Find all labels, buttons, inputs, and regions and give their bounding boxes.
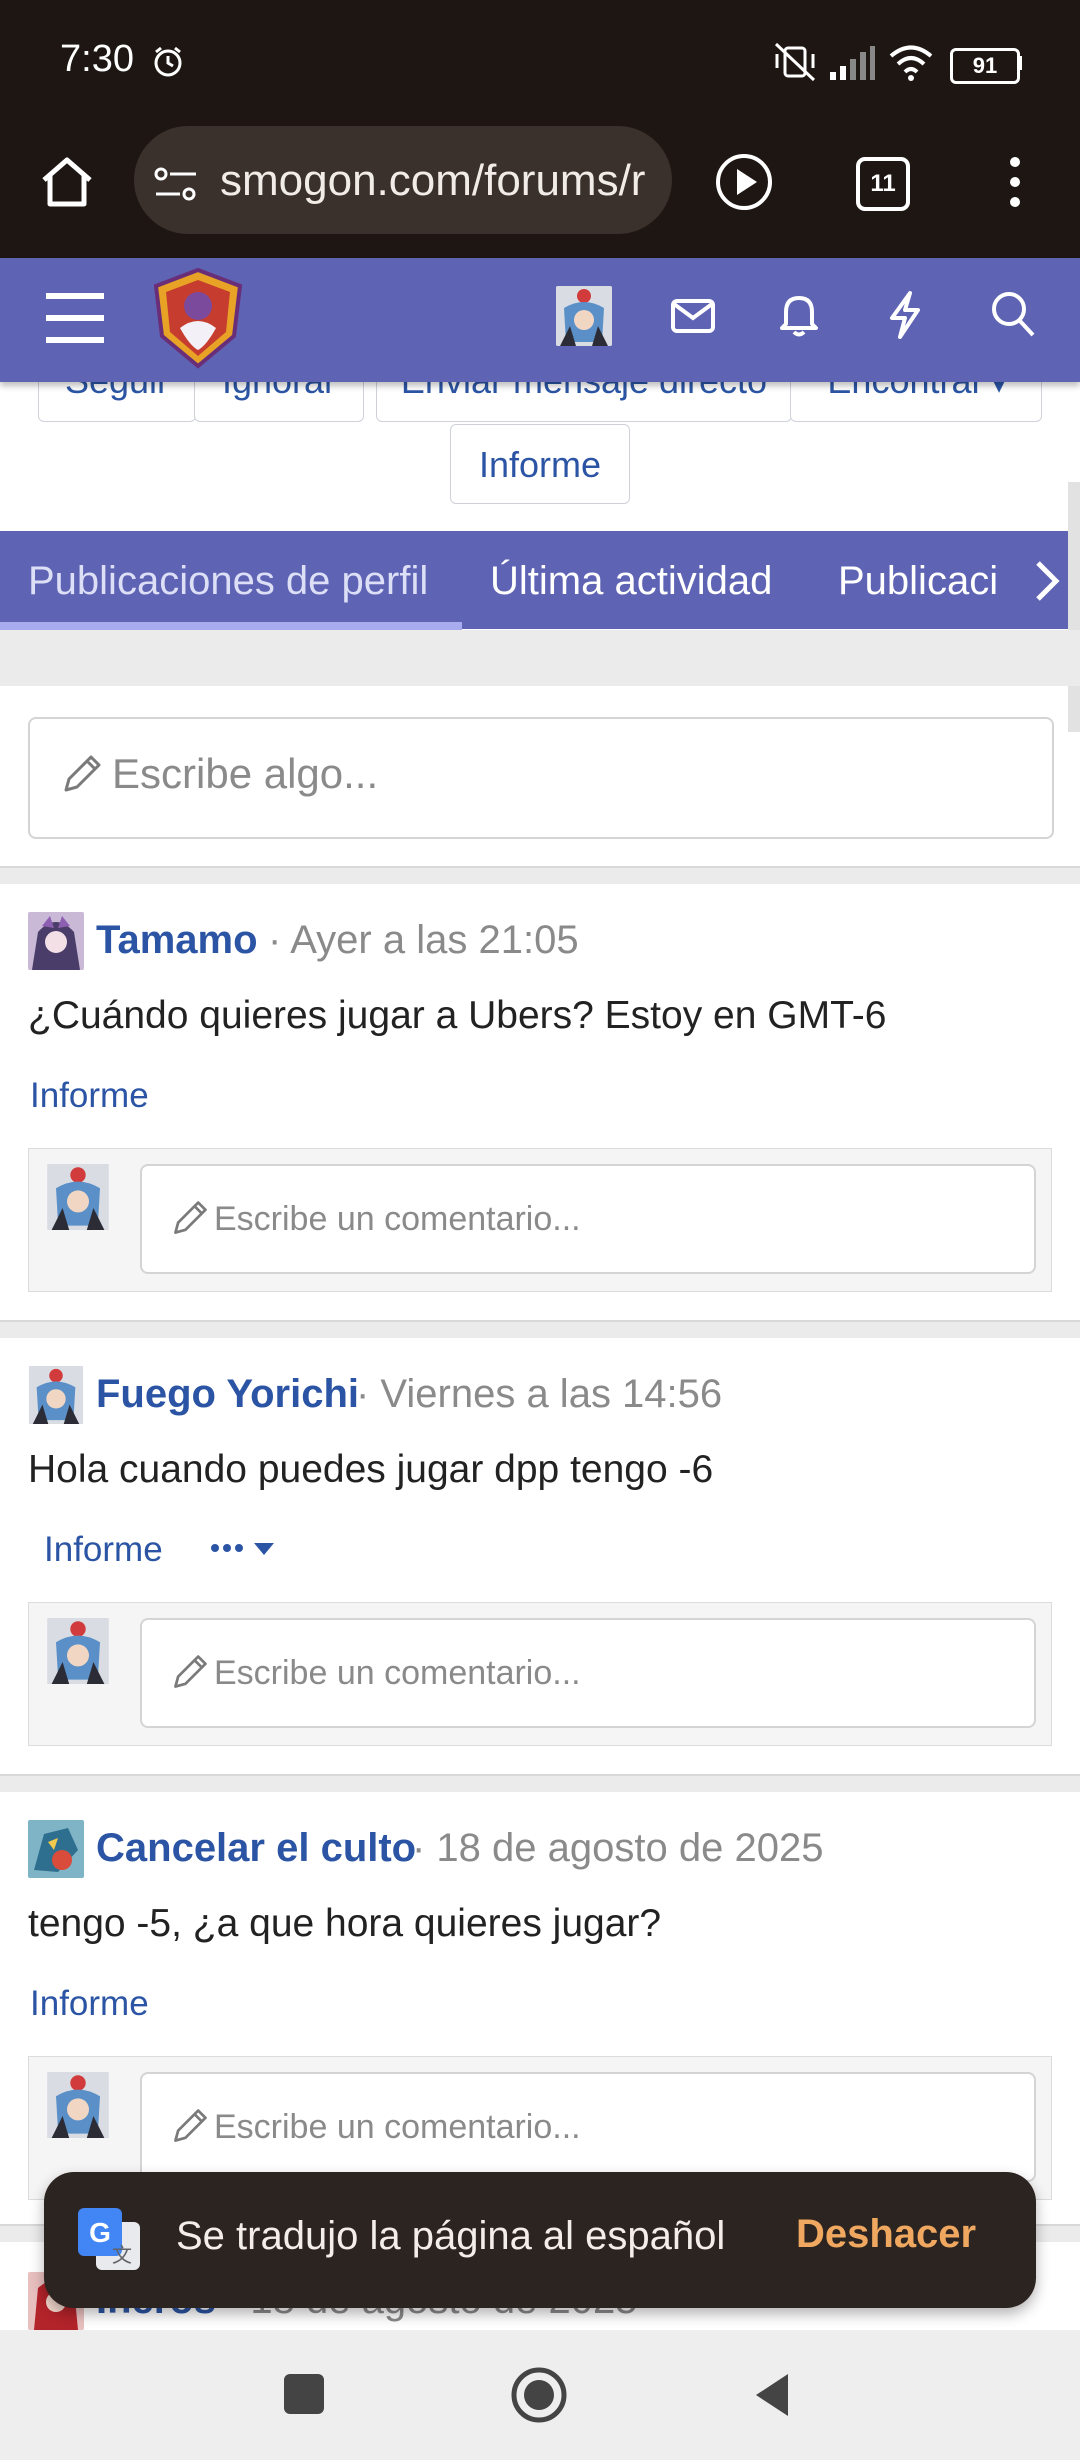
site-settings-icon[interactable] [152, 164, 200, 204]
tabs-button[interactable]: 11 [856, 157, 910, 211]
report-link[interactable]: Informe [44, 1530, 163, 1570]
back-nav-button[interactable] [750, 2370, 792, 2420]
play-icon[interactable] [712, 150, 776, 214]
battery-tip [1018, 56, 1022, 70]
post-avatar[interactable] [28, 1820, 84, 1878]
avatar-image [28, 1366, 84, 1424]
system-nav-bar [0, 2330, 1080, 2460]
avatar-image [47, 1618, 109, 1684]
tab-postings[interactable]: Publicaci [838, 531, 1000, 629]
profile-tabs: Publicaciones de perfil Última actividad… [0, 531, 1080, 629]
post-time[interactable]: · 18 de agosto de 2025 [412, 1826, 823, 1871]
url-text[interactable]: smogon.com/forums/r [220, 156, 660, 206]
report-profile-button[interactable]: Informe [450, 424, 630, 504]
battery-level: 91 [972, 53, 998, 78]
home-icon[interactable] [36, 152, 98, 212]
post-separator [0, 866, 1080, 884]
commenter-avatar [46, 2072, 110, 2138]
user-avatar[interactable] [556, 286, 612, 346]
report-link[interactable]: Informe [30, 1984, 149, 2024]
status-update-placeholder[interactable]: Escribe algo... [112, 750, 378, 798]
post-separator [0, 1320, 1080, 1338]
toast-message: Se tradujo la página al español [176, 2214, 726, 2258]
pencil-icon [64, 755, 101, 792]
pencil-icon [174, 1655, 207, 1688]
chevron-right-icon[interactable] [1030, 559, 1062, 603]
avatar-image [28, 912, 84, 970]
menu-icon[interactable] [44, 292, 106, 344]
avatar-image [556, 286, 612, 346]
post-time[interactable]: · Ayer a las 21:05 [268, 918, 579, 963]
avatar-image [47, 1164, 109, 1230]
vibrate-off-icon [774, 42, 816, 82]
bell-icon[interactable] [778, 292, 820, 338]
wifi-icon [889, 45, 933, 81]
svg-text:G: G [89, 2217, 111, 2248]
post-message: Hola cuando puedes jugar dpp tengo -6 [28, 1448, 714, 1491]
post-author[interactable]: Fuego Yorichi [96, 1372, 359, 1417]
commenter-avatar [46, 1164, 110, 1230]
signal-icon [830, 46, 875, 80]
tab-count: 11 [870, 170, 896, 197]
smogon-logo[interactable] [150, 266, 246, 370]
home-nav-button[interactable] [510, 2366, 568, 2424]
tab-profile-posts[interactable]: Publicaciones de perfil [28, 531, 428, 629]
comment-placeholder[interactable]: Escribe un comentario... [214, 1200, 581, 1239]
active-tab-indicator [0, 622, 462, 630]
lightning-icon[interactable] [886, 290, 924, 340]
recents-button[interactable] [284, 2374, 324, 2414]
more-options-button[interactable] [208, 1526, 288, 1570]
avatar-image [47, 2072, 109, 2138]
battery-icon: 91 [950, 48, 1020, 84]
commenter-avatar [46, 1618, 110, 1684]
tab-latest-activity[interactable]: Última actividad [490, 531, 772, 629]
google-translate-icon: G 文 [78, 2208, 140, 2270]
post-time[interactable]: · Viernes a las 14:56 [356, 1372, 722, 1417]
status-bar: 7:30 91 [0, 0, 1080, 128]
alarm-icon [154, 46, 182, 77]
svg-text:文: 文 [112, 2244, 132, 2267]
undo-button[interactable]: Deshacer [796, 2212, 976, 2257]
post-author[interactable]: Tamamo [96, 918, 258, 963]
status-time: 7:30 [60, 38, 134, 80]
more-vert-icon[interactable] [1000, 152, 1030, 212]
post-message: tengo -5, ¿a que hora quieres jugar? [28, 1902, 662, 1945]
avatar-image [28, 1820, 84, 1878]
post-avatar[interactable] [28, 1366, 84, 1424]
search-icon[interactable] [990, 290, 1036, 338]
post-author[interactable]: Cancelar el culto [96, 1826, 416, 1871]
inbox-icon[interactable] [670, 296, 716, 336]
pencil-icon [174, 2109, 207, 2142]
comment-placeholder[interactable]: Escribe un comentario... [214, 1654, 581, 1693]
post-avatar[interactable] [28, 912, 84, 970]
comment-placeholder[interactable]: Escribe un comentario... [214, 2108, 581, 2147]
report-profile-label: Informe [478, 444, 602, 485]
post-separator [0, 1774, 1080, 1792]
pencil-icon [174, 1201, 207, 1234]
section-spacer [0, 630, 1080, 686]
page-scrollbar[interactable] [1068, 482, 1080, 732]
forum-header [0, 258, 1080, 382]
post-message: ¿Cuándo quieres jugar a Ubers? Estoy en … [28, 994, 887, 1037]
report-link[interactable]: Informe [30, 1076, 149, 1116]
more-horiz-icon [211, 1543, 274, 1555]
